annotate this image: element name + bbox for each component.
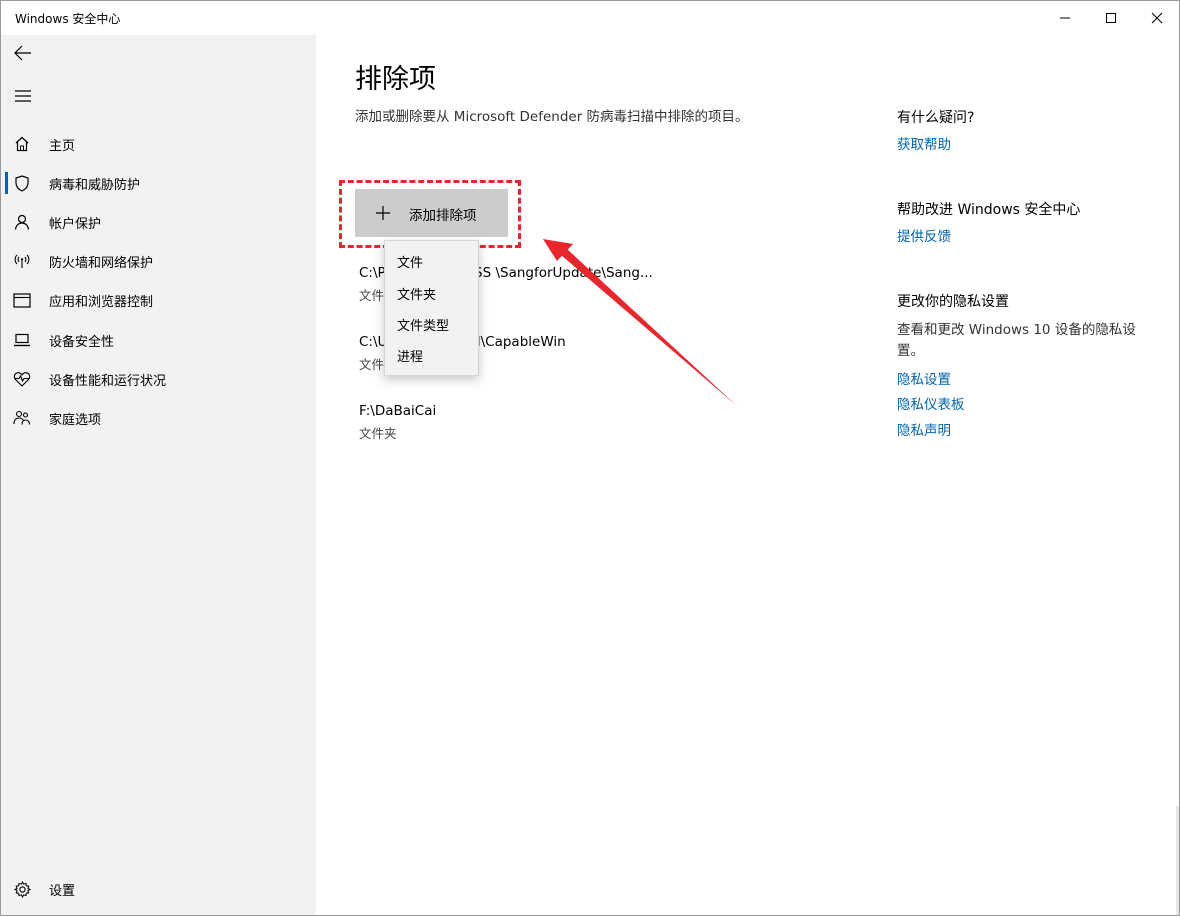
back-button[interactable]: [9, 39, 37, 67]
page-description: 添加或删除要从 Microsoft Defender 防病毒扫描中排除的项目。: [355, 109, 749, 125]
browser-window-icon: [13, 291, 31, 309]
help-heading: 有什么疑问?: [897, 110, 975, 126]
exclusion-type: 文件夹: [359, 426, 397, 441]
privacy-description: 查看和更改 Windows 10 设备的隐私设置。: [897, 322, 1136, 359]
back-arrow-icon: [14, 45, 31, 61]
plus-icon: [376, 206, 390, 220]
wifi-antenna-icon: [13, 252, 31, 270]
gear-icon: [13, 880, 31, 898]
page-title: 排除项: [355, 64, 436, 95]
maximize-button[interactable]: [1088, 1, 1134, 35]
app-window: Windows 安全中心 主页 病毒和威胁防护 帐户保护 防火墙和网络保护 应用…: [0, 0, 1180, 916]
give-feedback-link[interactable]: 提供反馈: [897, 225, 951, 245]
maximize-icon: [1106, 13, 1116, 23]
sidebar-item-virus-protection[interactable]: 病毒和威胁防护: [1, 164, 316, 202]
dropdown-option-label: 进程: [397, 350, 424, 365]
sidebar-item-label: 帐户保护: [49, 217, 102, 232]
sidebar-item-home[interactable]: 主页: [1, 125, 316, 163]
hamburger-icon: [15, 90, 31, 102]
privacy-settings-link[interactable]: 隐私设置: [897, 368, 951, 388]
sidebar-item-device-performance[interactable]: 设备性能和运行状况: [1, 360, 316, 398]
sidebar-item-settings[interactable]: 设置: [1, 870, 316, 908]
sidebar-item-label: 应用和浏览器控制: [49, 295, 154, 310]
privacy-heading: 更改你的隐私设置: [897, 294, 1009, 310]
minimize-button[interactable]: [1042, 1, 1088, 35]
laptop-icon: [13, 331, 31, 349]
sidebar-item-label: 家庭选项: [49, 413, 102, 428]
scrollbar-edge: [1176, 806, 1179, 915]
minimize-icon: [1060, 17, 1070, 19]
sidebar-item-label: 防火墙和网络保护: [49, 256, 154, 271]
family-icon: [13, 409, 31, 427]
close-button[interactable]: [1134, 1, 1180, 35]
shield-icon: [13, 174, 31, 192]
sidebar-item-app-browser-control[interactable]: 应用和浏览器控制: [1, 281, 316, 319]
sidebar-item-family-options[interactable]: 家庭选项: [1, 399, 316, 437]
heart-pulse-icon: [13, 370, 31, 388]
settings-label: 设置: [49, 884, 76, 899]
exclusion-item[interactable]: F:\DaBaiCai 文件夹: [359, 403, 779, 442]
add-exclusion-dropdown: 文件 文件夹 文件类型 进程: [384, 240, 479, 376]
main-content: 排除项 添加或删除要从 Microsoft Defender 防病毒扫描中排除的…: [316, 35, 1179, 915]
sidebar: 主页 病毒和威胁防护 帐户保护 防火墙和网络保护 应用和浏览器控制 设备安全性 …: [1, 35, 316, 915]
sidebar-item-account-protection[interactable]: 帐户保护: [1, 203, 316, 241]
dropdown-option-file[interactable]: 文件: [385, 245, 478, 275]
sidebar-item-label: 病毒和威胁防护: [49, 178, 141, 193]
sidebar-item-label: 主页: [49, 139, 76, 154]
dropdown-option-process[interactable]: 进程: [385, 339, 478, 369]
active-indicator: [5, 172, 8, 194]
window-title: Windows 安全中心: [15, 12, 121, 26]
get-help-link[interactable]: 获取帮助: [897, 133, 951, 153]
dropdown-option-folder[interactable]: 文件夹: [385, 277, 478, 307]
dropdown-option-label: 文件: [397, 256, 424, 271]
sidebar-item-label: 设备安全性: [49, 335, 115, 350]
hamburger-menu-button[interactable]: [9, 82, 37, 110]
privacy-statement-link[interactable]: 隐私声明: [897, 419, 951, 439]
dropdown-option-label: 文件类型: [397, 319, 450, 334]
sidebar-item-label: 设备性能和运行状况: [49, 374, 167, 389]
improve-heading: 帮助改进 Windows 安全中心: [897, 202, 1081, 218]
add-exclusion-label: 添加排除项: [409, 208, 477, 224]
sidebar-item-firewall[interactable]: 防火墙和网络保护: [1, 242, 316, 280]
person-icon: [13, 213, 31, 231]
exclusion-path: F:\DaBaiCai: [359, 403, 437, 419]
privacy-dashboard-link[interactable]: 隐私仪表板: [897, 393, 965, 413]
sidebar-item-device-security[interactable]: 设备安全性: [1, 321, 316, 359]
dropdown-option-label: 文件夹: [397, 288, 437, 303]
dropdown-option-file-type[interactable]: 文件类型: [385, 308, 478, 338]
close-icon: [1151, 12, 1163, 24]
add-exclusion-button[interactable]: 添加排除项: [355, 189, 508, 237]
title-bar: Windows 安全中心: [1, 1, 1179, 35]
home-icon: [13, 135, 31, 153]
